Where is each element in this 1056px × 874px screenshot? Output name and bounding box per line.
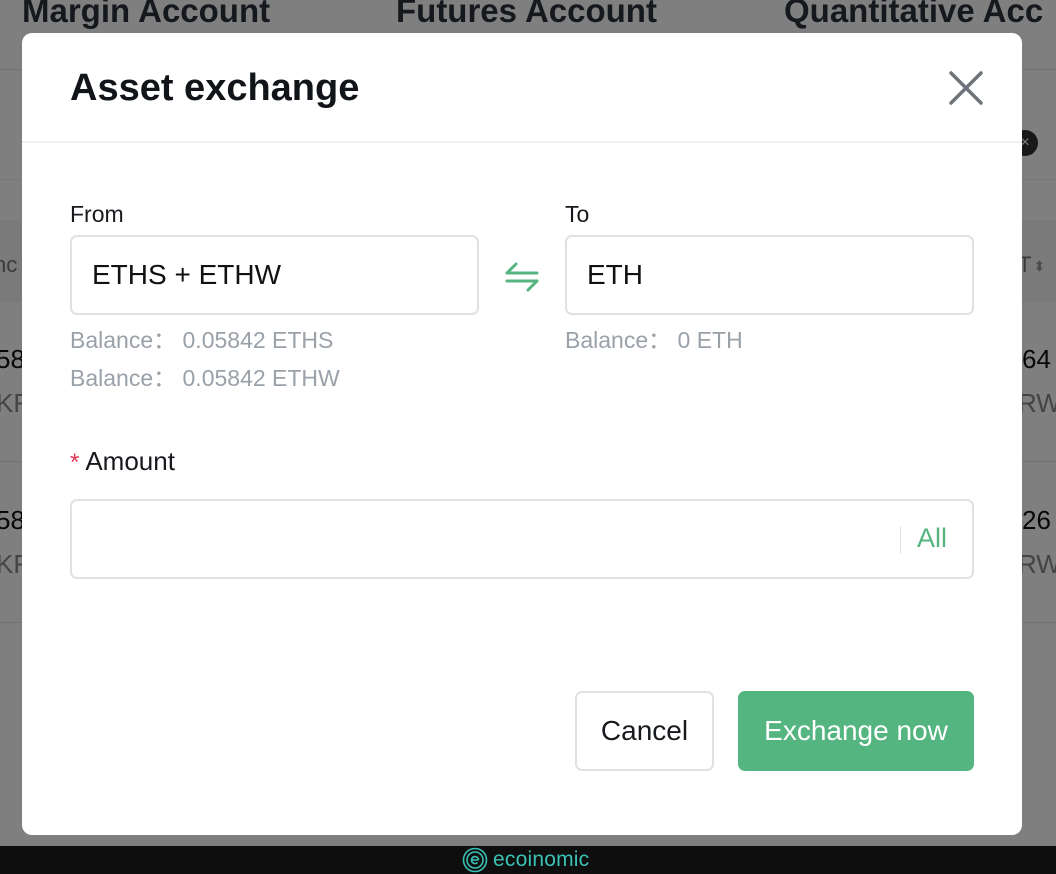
amount-divider [900,526,901,554]
required-mark: * [70,449,80,476]
close-button[interactable] [946,68,986,108]
from-balance-eths: Balance： 0.05842 ETHS [70,327,334,353]
exchange-now-button[interactable]: Exchange now [738,691,974,771]
from-asset-select[interactable]: ETHS + ETHW [70,235,479,315]
watermark: ecoinomic [462,847,589,873]
cancel-button[interactable]: Cancel [575,691,714,771]
to-asset-select[interactable]: ETH [565,235,974,315]
to-label: To [565,201,590,227]
asset-exchange-dialog: Asset exchange From ETHS + ETHW Balance：… [22,33,1022,835]
dialog-header: Asset exchange [22,33,1022,143]
dialog-title: Asset exchange [70,67,360,109]
swap-button[interactable] [504,259,540,295]
to-asset-value: ETH [587,259,643,290]
from-asset-value: ETHS + ETHW [92,259,282,290]
amount-label: * Amount [70,446,175,477]
amount-input[interactable] [88,511,888,567]
all-button[interactable]: All [917,523,947,554]
ecoinomic-logo-icon [462,847,488,873]
amount-label-text: Amount [85,446,175,476]
close-icon [949,71,983,105]
from-label: From [70,201,124,227]
watermark-text: ecoinomic [493,848,590,871]
from-balance-ethw: Balance： 0.05842 ETHW [70,365,340,391]
swap-arrows-icon [505,262,539,292]
to-balance-eth: Balance： 0 ETH [565,327,743,353]
amount-field: All [70,499,974,579]
watermark-bar: ecoinomic [0,846,1056,874]
